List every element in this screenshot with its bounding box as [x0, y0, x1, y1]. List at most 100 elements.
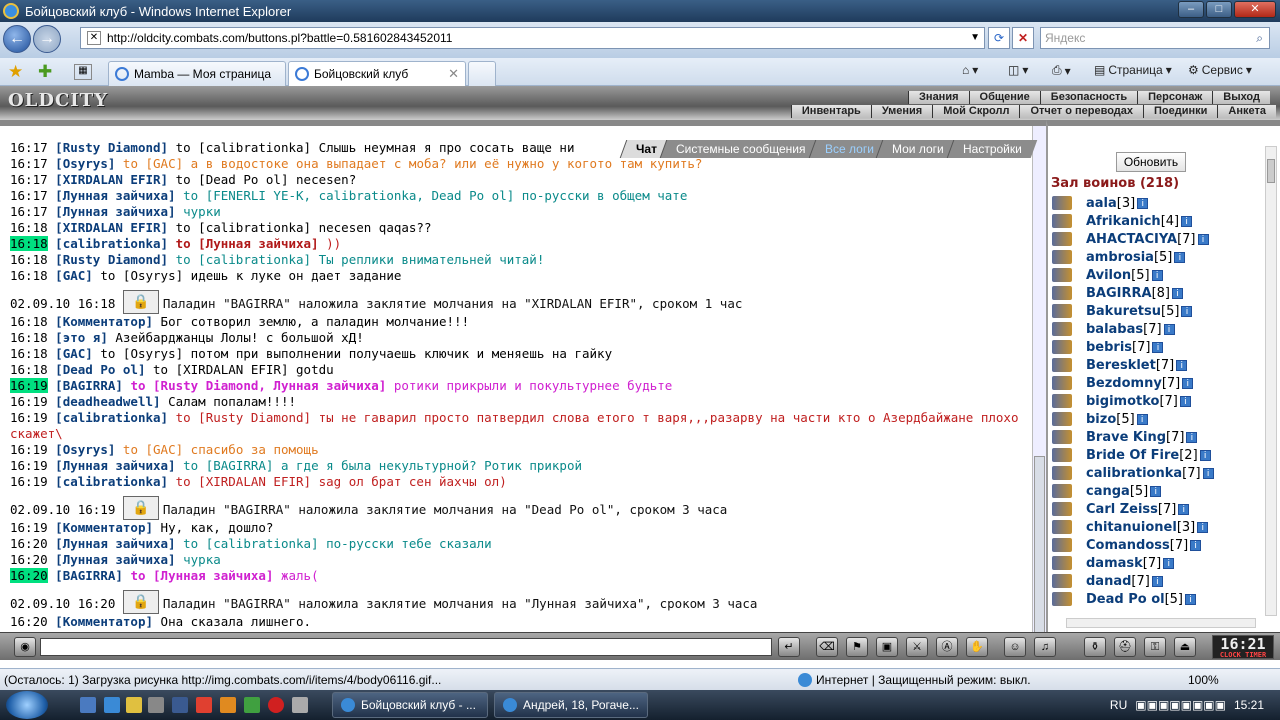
player-status-icon[interactable] [1052, 430, 1072, 444]
player-list-item[interactable]: canga [5] i [1052, 482, 1262, 500]
player-info-icon[interactable]: i [1176, 359, 1188, 371]
player-info-icon[interactable]: i [1182, 377, 1194, 389]
switch-windows-icon[interactable] [148, 697, 164, 713]
forward-button[interactable]: → [33, 25, 61, 53]
message-time[interactable]: 16:18 [10, 346, 48, 361]
message-time[interactable]: 16:17 [10, 140, 48, 155]
players-scroll-thumb[interactable] [1267, 159, 1275, 183]
player-info-icon[interactable]: i [1185, 593, 1197, 605]
chrome-icon[interactable] [196, 697, 212, 713]
player-info-icon[interactable]: i [1179, 395, 1191, 407]
tab-close-icon[interactable]: ✕ [448, 66, 459, 82]
message-time[interactable]: 16:18 [10, 236, 48, 251]
player-info-icon[interactable]: i [1163, 323, 1175, 335]
player-list-item[interactable]: damask [7] i [1052, 554, 1262, 572]
print-button[interactable]: ⎙ ▾ [1052, 63, 1071, 78]
players-hscrollbar[interactable] [1066, 618, 1256, 628]
message-recipient[interactable]: to [Osyrys] [100, 268, 183, 283]
message-recipient[interactable]: to [BAGIRRA] [183, 458, 273, 473]
player-status-icon[interactable] [1052, 412, 1072, 426]
player-status-icon[interactable] [1052, 304, 1072, 318]
player-status-icon[interactable] [1052, 376, 1072, 390]
message-nick[interactable]: [Лунная зайчиха] [55, 458, 175, 473]
address-field[interactable]: ✕ http://oldcity.combats.com/buttons.pl?… [80, 27, 985, 49]
message-nick[interactable]: [Osyrys] [55, 156, 115, 171]
tab-mamba[interactable]: Mamba — Моя страница [108, 61, 286, 86]
bag-icon[interactable]: ⚱ [1084, 637, 1106, 657]
fight-icon[interactable]: ⚔ [906, 637, 928, 657]
message-time[interactable]: 16:19 [10, 378, 48, 393]
player-name[interactable]: Dead Po ol [1086, 592, 1165, 607]
menu-security[interactable]: Безопасность [1039, 91, 1138, 104]
player-status-icon[interactable] [1052, 286, 1072, 300]
message-nick[interactable]: [Комментатор] [55, 614, 153, 629]
translit-icon[interactable]: Ⓐ [936, 637, 958, 657]
tab-combats[interactable]: Бойцовский клуб ✕ [288, 61, 466, 86]
quicklaunch-app-icon[interactable] [292, 697, 308, 713]
music-icon[interactable]: ♫ [1034, 637, 1056, 657]
player-status-icon[interactable] [1052, 250, 1072, 264]
player-list-item[interactable]: Carl Zeiss [7] i [1052, 500, 1262, 518]
message-recipient[interactable]: to [Rusty Diamond] [176, 410, 311, 425]
message-recipient[interactable]: to [Лунная зайчиха] [176, 236, 319, 251]
message-time[interactable]: 16:19 [10, 458, 48, 473]
player-list-item[interactable]: Comandoss [7] i [1052, 536, 1262, 554]
player-info-icon[interactable]: i [1150, 485, 1162, 497]
message-nick[interactable]: [Dead Po ol] [55, 362, 145, 377]
quicklaunch-app-icon[interactable] [172, 697, 188, 713]
player-list-item[interactable]: Beresklet [7] i [1052, 356, 1262, 374]
message-nick[interactable]: [Комментатор] [55, 520, 153, 535]
message-time[interactable]: 16:19 [10, 394, 48, 409]
taskbar-item-mamba[interactable]: Андрей, 18, Рогаче... [494, 692, 648, 718]
message-nick[interactable]: [BAGIRRA] [55, 378, 123, 393]
menu-scroll[interactable]: Мой Скролл [932, 105, 1020, 118]
message-time[interactable]: 16:18 [10, 330, 48, 345]
player-status-icon[interactable] [1052, 340, 1072, 354]
player-info-icon[interactable]: i [1197, 233, 1209, 245]
home-button[interactable]: ⌂ ▾ [962, 63, 978, 77]
zoom-level[interactable]: 100% [1188, 669, 1219, 691]
message-recipient[interactable]: to [Rusty Diamond, Лунная зайчиха] [130, 378, 386, 393]
player-list-item[interactable]: Bride Of Fire [2] i [1052, 446, 1262, 464]
tray-clock[interactable]: 15:21 [1234, 698, 1264, 712]
stop-button[interactable]: ✕ [1012, 27, 1034, 49]
message-time[interactable]: 16:18 [10, 268, 48, 283]
message-nick[interactable]: [GAC] [55, 268, 93, 283]
player-info-icon[interactable]: i [1163, 557, 1175, 569]
tab-settings[interactable]: Настройки [946, 140, 1038, 158]
message-recipient[interactable]: to [Лунная зайчиха] [130, 568, 273, 583]
player-info-icon[interactable]: i [1152, 341, 1164, 353]
player-info-icon[interactable]: i [1171, 287, 1183, 299]
exit-icon[interactable]: ⏏ [1174, 637, 1196, 657]
address-dropdown-icon[interactable]: ▼ [970, 28, 980, 48]
message-time[interactable]: 16:17 [10, 172, 48, 187]
language-indicator[interactable]: RU [1110, 698, 1127, 712]
message-nick[interactable]: [calibrationka] [55, 236, 168, 251]
filter-icon[interactable]: ⚑ [846, 637, 868, 657]
refresh-players-button[interactable]: Обновить [1116, 152, 1186, 172]
add-favorite-icon[interactable]: ✚ [38, 62, 52, 82]
chat-scroll-thumb[interactable] [1034, 456, 1045, 632]
player-status-icon[interactable] [1052, 358, 1072, 372]
new-tab-button[interactable] [468, 61, 496, 86]
player-name[interactable]: AHACTACIYA [1086, 232, 1177, 247]
player-status-icon[interactable] [1052, 268, 1072, 282]
feeds-button[interactable]: ◫ ▾ [1008, 63, 1028, 77]
player-info-icon[interactable]: i [1178, 503, 1190, 515]
player-name[interactable]: bebris [1086, 340, 1132, 355]
message-recipient[interactable]: to [GAC] [123, 442, 183, 457]
message-time[interactable]: 16:18 [10, 252, 48, 267]
menu-skills[interactable]: Умения [870, 105, 933, 118]
quick-tabs-icon[interactable]: ▦ [74, 64, 92, 80]
message-time[interactable]: 16:19 [10, 442, 48, 457]
message-recipient[interactable]: to [calibrationka] [176, 252, 311, 267]
search-input[interactable]: Яндекс ⌕ [1040, 27, 1270, 49]
player-info-icon[interactable]: i [1137, 197, 1149, 209]
message-recipient[interactable]: to [XIRDALAN EFIR] [153, 362, 288, 377]
chat-input[interactable] [40, 638, 772, 656]
message-nick[interactable]: [XIRDALAN EFIR] [55, 172, 168, 187]
player-info-icon[interactable]: i [1186, 431, 1198, 443]
message-recipient[interactable]: to [FENERLI YE-K, calibrationka, Dead Po… [183, 188, 514, 203]
message-time[interactable]: 16:20 [10, 536, 48, 551]
message-nick[interactable]: [Комментатор] [55, 314, 153, 329]
